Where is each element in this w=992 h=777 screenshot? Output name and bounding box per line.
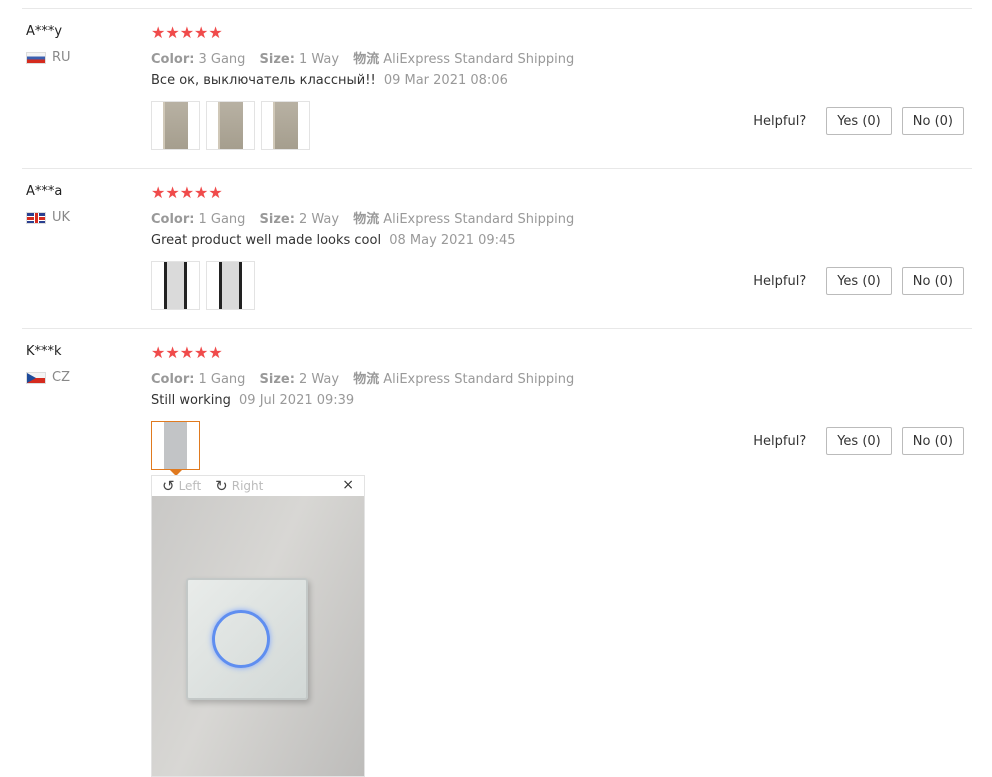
color-value: 1 Gang [198, 212, 246, 227]
size-value: 2 Way [298, 212, 340, 227]
review-comment: Great product well made looks cool 08 Ma… [151, 233, 516, 248]
comment-text: Все ок, выключатель классный!! [151, 73, 376, 88]
shipping-value: AliExpress Standard Shipping [383, 372, 575, 387]
review-item: A***y RU ★★★★★ Color: 3 Gang Size: 1 Way 物… [0, 10, 992, 170]
russia-flag-icon [26, 51, 46, 64]
size-label: Size: [259, 212, 295, 227]
shipping-value: AliExpress Standard Shipping [383, 52, 575, 67]
review-comment: Все ок, выключатель классный!! 09 Mar 20… [151, 73, 508, 88]
logistics-label: 物流 [353, 212, 380, 227]
country-code: UK [52, 210, 71, 225]
uk-flag-icon [26, 211, 46, 224]
review-date: 08 May 2021 09:45 [389, 233, 516, 248]
shipping-value: AliExpress Standard Shipping [383, 212, 575, 227]
color-value: 3 Gang [198, 52, 246, 67]
close-icon[interactable]: × [342, 477, 354, 493]
country-code: RU [52, 50, 71, 65]
color-label: Color: [151, 372, 195, 387]
reviewer-country: UK [26, 210, 70, 225]
color-label: Color: [151, 52, 195, 67]
czech-flag-icon [26, 371, 46, 384]
helpful-label: Helpful? [753, 273, 807, 289]
helpful-yes-button[interactable]: Yes (0) [826, 107, 892, 135]
review-divider [22, 168, 972, 169]
size-label: Size: [259, 52, 295, 67]
rotate-left-button[interactable]: Left [179, 479, 202, 493]
star-rating: ★★★★★ [151, 23, 223, 42]
reviewer-name: K***k [26, 344, 62, 359]
color-value: 1 Gang [198, 372, 246, 387]
reviewer-name: A***a [26, 184, 63, 199]
rotate-right-icon[interactable]: ↻ [215, 477, 228, 495]
switch-ring-light [212, 610, 270, 668]
review-photo [152, 496, 364, 776]
country-code: CZ [52, 370, 70, 385]
review-date: 09 Mar 2021 08:06 [383, 73, 508, 88]
top-divider [22, 8, 972, 9]
photo-thumbnail-selected[interactable] [151, 421, 200, 476]
photo-thumbnails [151, 421, 200, 476]
photo-viewer: ↺ Left ↻ Right × [151, 475, 365, 777]
review-comment: Still working 09 Jul 2021 09:39 [151, 393, 354, 408]
reviewer-country: CZ [26, 370, 70, 385]
comment-text: Still working [151, 393, 231, 408]
photo-thumbnail[interactable] [261, 101, 310, 150]
rotate-left-icon[interactable]: ↺ [162, 477, 175, 495]
comment-text: Great product well made looks cool [151, 233, 382, 248]
photo-thumbnail[interactable] [206, 261, 255, 310]
product-attributes: Color: 3 Gang Size: 1 Way 物流 AliExpress Sta… [151, 48, 574, 67]
helpful-votes: Helpful? Yes (0) No (0) [753, 107, 964, 135]
logistics-label: 物流 [353, 52, 380, 67]
product-attributes: Color: 1 Gang Size: 2 Way 物流 AliExpress Sta… [151, 368, 574, 387]
helpful-no-button[interactable]: No (0) [901, 427, 964, 455]
viewer-toolbar: ↺ Left ↻ Right × [152, 476, 364, 496]
helpful-votes: Helpful? Yes (0) No (0) [753, 427, 964, 455]
rotate-right-button[interactable]: Right [232, 479, 264, 493]
light-switch-plate [186, 578, 308, 700]
review-item: K***k CZ ★★★★★ Color: 1 Gang Size: 2 Way 物… [0, 330, 992, 490]
photo-thumbnail[interactable] [206, 101, 255, 150]
reviewer-country: RU [26, 50, 71, 65]
helpful-label: Helpful? [753, 113, 807, 129]
reviewer-name: A***y [26, 24, 63, 39]
photo-thumbnail[interactable] [151, 261, 200, 310]
product-attributes: Color: 1 Gang Size: 2 Way 物流 AliExpress Sta… [151, 208, 574, 227]
star-rating: ★★★★★ [151, 343, 223, 362]
review-item: A***a UK ★★★★★ Color: 1 Gang Size: 2 Way 物… [0, 170, 992, 330]
size-label: Size: [259, 372, 295, 387]
photo-thumbnails [151, 261, 255, 310]
review-divider [22, 328, 972, 329]
helpful-yes-button[interactable]: Yes (0) [826, 267, 892, 295]
review-date: 09 Jul 2021 09:39 [239, 393, 355, 408]
size-value: 1 Way [298, 52, 340, 67]
logistics-label: 物流 [353, 372, 380, 387]
helpful-no-button[interactable]: No (0) [901, 267, 964, 295]
photo-thumbnail[interactable] [151, 101, 200, 150]
color-label: Color: [151, 212, 195, 227]
helpful-no-button[interactable]: No (0) [901, 107, 964, 135]
helpful-votes: Helpful? Yes (0) No (0) [753, 267, 964, 295]
star-rating: ★★★★★ [151, 183, 223, 202]
helpful-label: Helpful? [753, 433, 807, 449]
photo-thumbnails [151, 101, 310, 150]
helpful-yes-button[interactable]: Yes (0) [826, 427, 892, 455]
size-value: 2 Way [298, 372, 340, 387]
